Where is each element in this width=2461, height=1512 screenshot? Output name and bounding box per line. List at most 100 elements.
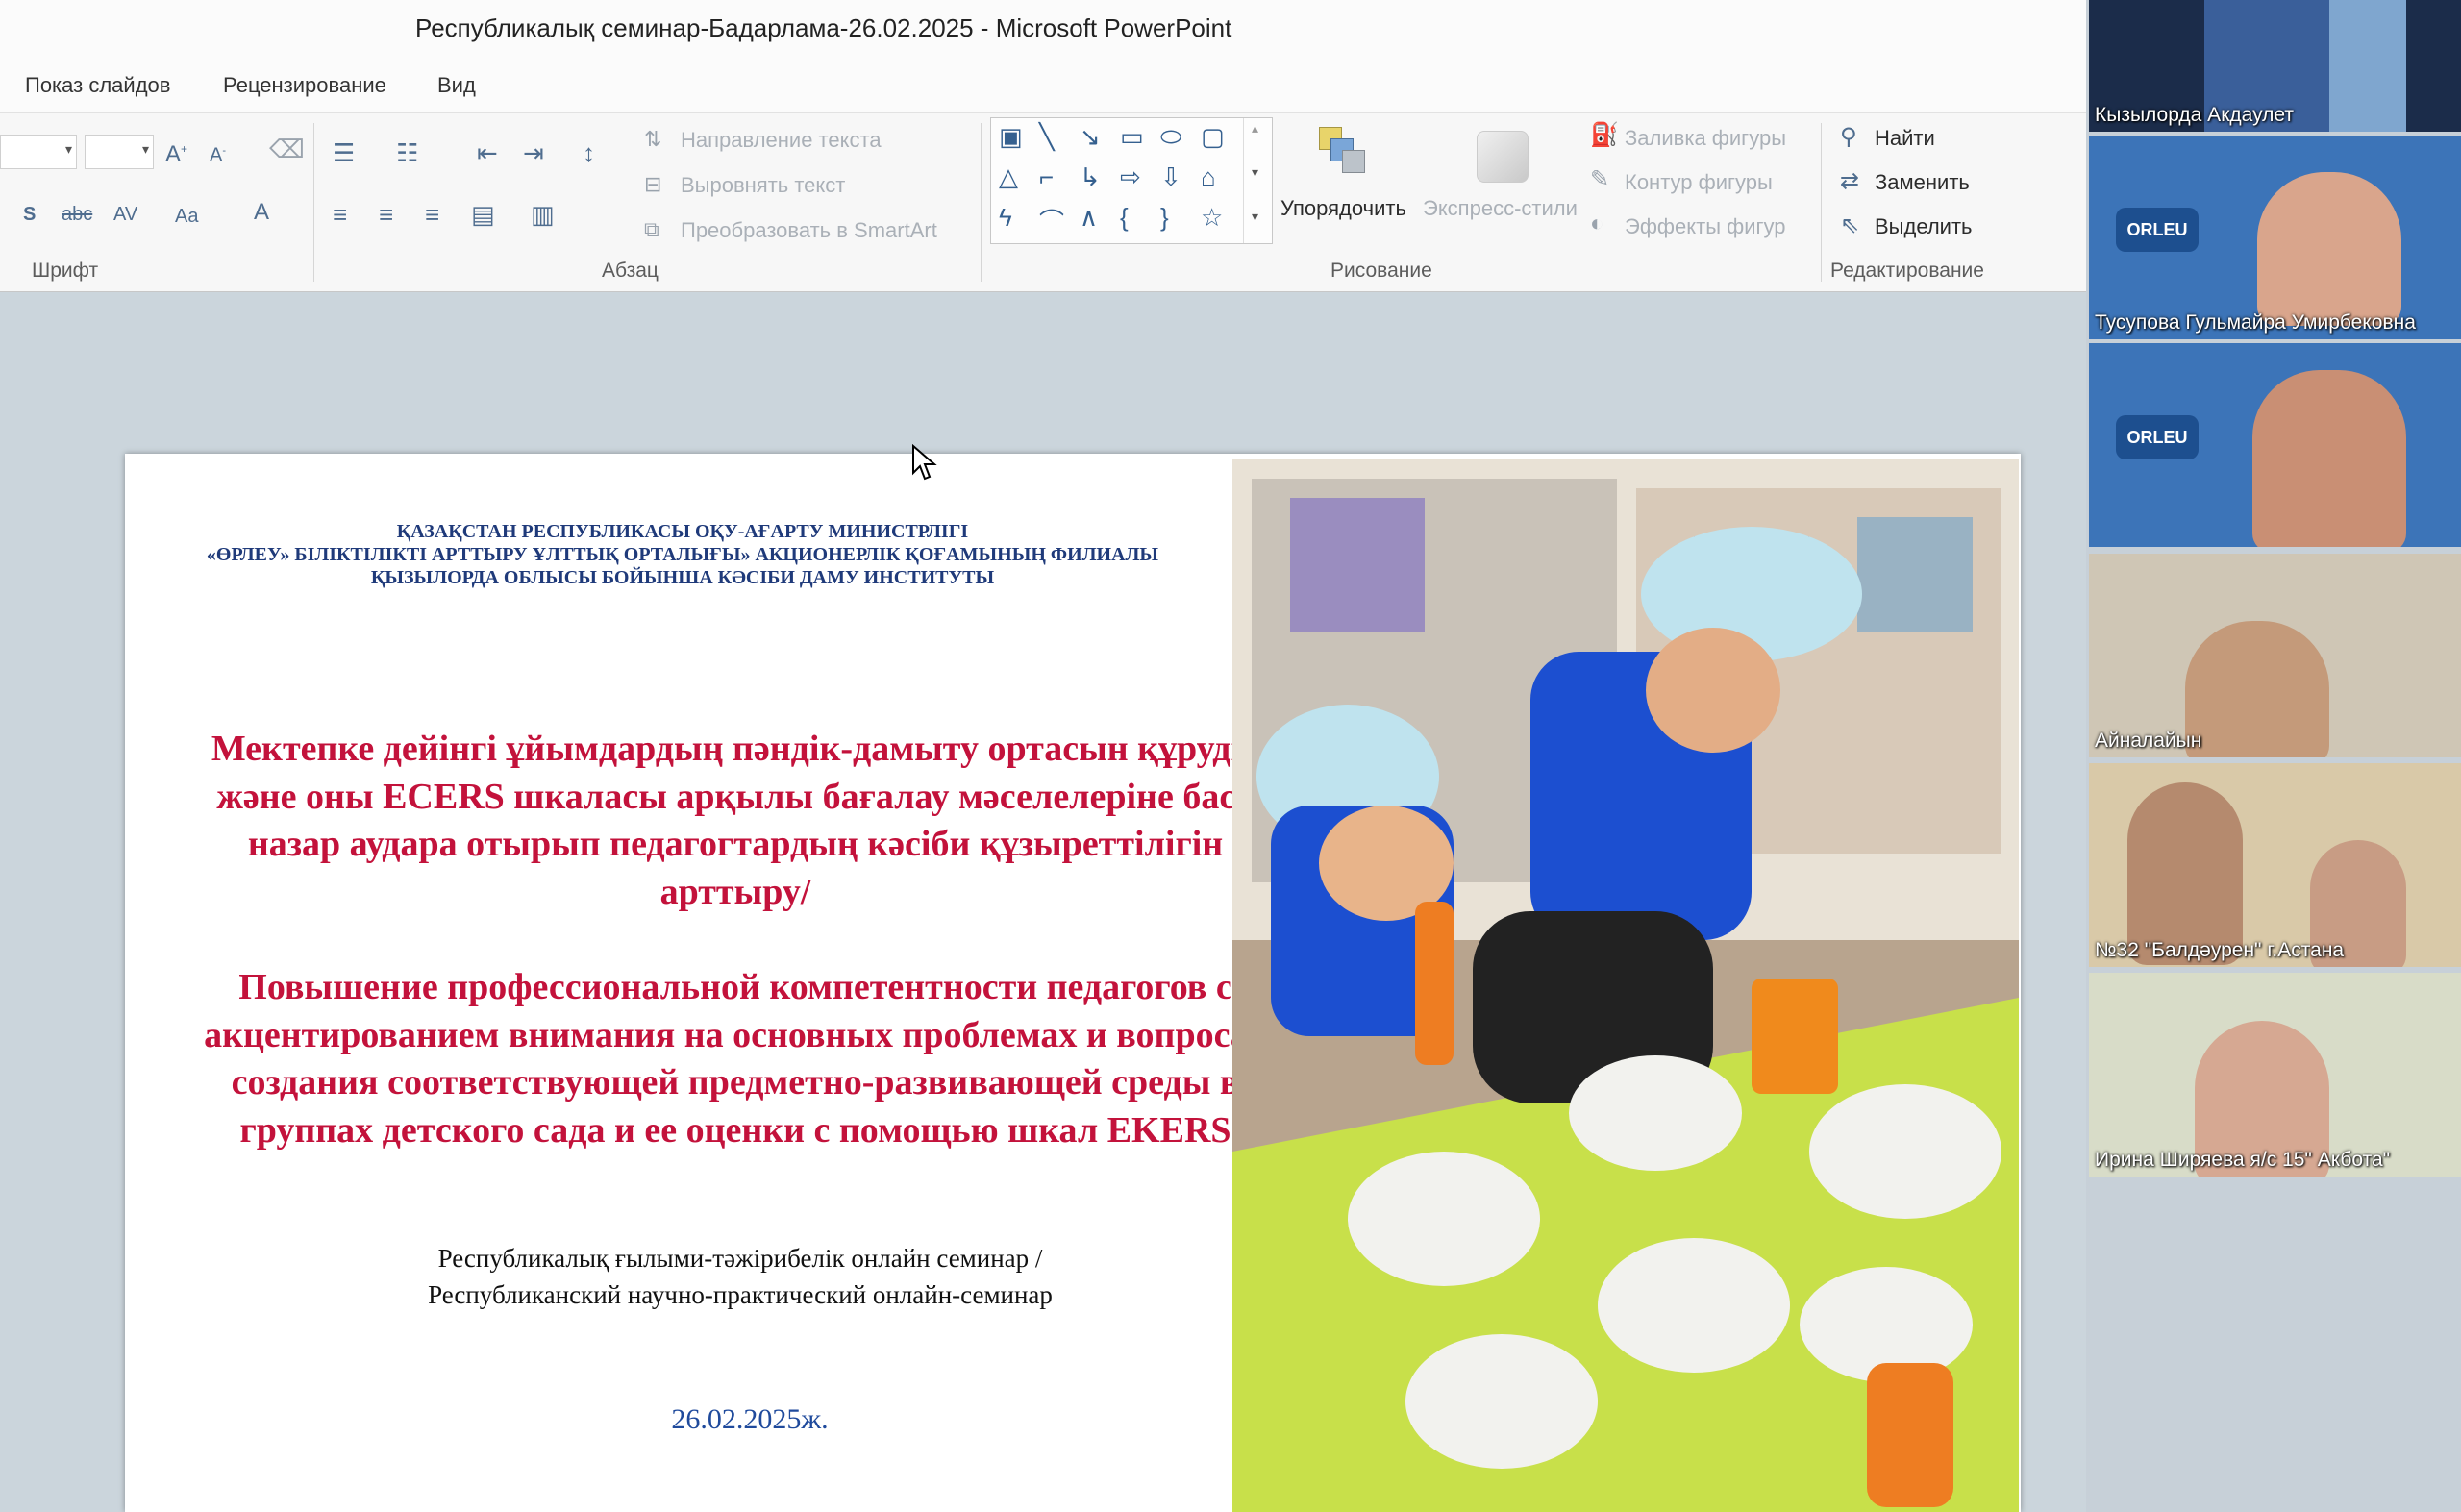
clear-format-icon[interactable]: ⌫ (269, 135, 305, 163)
textbox-shape-icon[interactable]: ▣ (999, 122, 1023, 152)
paint-bucket-icon: ⛽ (1590, 122, 1619, 148)
increase-indent-icon[interactable]: ⇥ (523, 138, 544, 167)
justify-icon[interactable]: ▤ (471, 200, 495, 229)
rectangle-shape-icon[interactable]: ▭ (1120, 122, 1144, 152)
line-shape-icon[interactable]: ╲ (1039, 122, 1055, 152)
slide-date: 26.02.2025ж. (671, 1403, 829, 1435)
video-participants-panel: Кызылорда Акдаулет ORLEU Тусупова Гульма… (2086, 0, 2461, 1512)
gallery-more-icon[interactable]: ▾ (1252, 209, 1258, 225)
strikethrough-icon[interactable]: abc (62, 200, 92, 229)
tab-view[interactable]: Вид (437, 73, 476, 98)
quick-styles-button[interactable]: Экспресс-стили (1423, 196, 1578, 221)
mouse-cursor-icon (912, 444, 937, 481)
font-color-icon[interactable]: A (254, 198, 269, 227)
gallery-scroll[interactable]: ▴ ▾ ▾ (1243, 118, 1273, 243)
participant-name: Тусупова Гульмайра Умирбековна (2095, 311, 2416, 334)
title-bar: Республикалық семинар-Бадарлама-26.02.20… (0, 0, 2086, 60)
replace-icon: ⇄ (1840, 168, 1860, 194)
tab-review[interactable]: Рецензирование (223, 73, 386, 98)
participant-tile[interactable]: Айналайын (2089, 554, 2461, 757)
participant-name: Ирина Ширяева я/с 15" Акбота" (2095, 1149, 2391, 1171)
effects-icon: ◐ (1590, 211, 1604, 236)
pentagon-shape-icon[interactable]: ⌂ (1201, 162, 1216, 192)
elbow-connector-shape-icon[interactable]: ⌐ (1039, 162, 1054, 192)
participant-video (2257, 172, 2401, 326)
align-left-icon[interactable]: ≡ (333, 200, 347, 229)
star-shape-icon[interactable]: ☆ (1201, 203, 1223, 233)
header-line-3: ҚЫЗЫЛОРДА ОБЛЫСЫ БОЙЫНША КӘСІБИ ДАМУ ИНС… (370, 567, 995, 588)
gallery-down-icon[interactable]: ▾ (1252, 164, 1258, 181)
shape-outline-button[interactable]: Контур фигуры (1625, 170, 1773, 195)
font-name-dropdown[interactable]: ▾ (0, 135, 77, 169)
right-arrow-shape-icon[interactable]: ⇨ (1120, 162, 1141, 192)
arrange-button[interactable]: Упорядочить (1280, 196, 1406, 221)
slide-title-kz: Мектепке дейінгі ұйымдардың пәндік-дамыт… (211, 729, 1260, 912)
smartart-button[interactable]: Преобразовать в SmartArt (681, 218, 937, 243)
group-drawing-label: Рисование (1330, 260, 1432, 282)
replace-button[interactable]: Заменить (1875, 170, 1970, 195)
align-center-icon[interactable]: ≡ (379, 200, 393, 229)
participant-video (2252, 370, 2406, 547)
shape-effects-button[interactable]: Эффекты фигур (1625, 214, 1786, 239)
slide-title-ru: Повышение профессиональной компетентност… (204, 967, 1267, 1151)
find-button[interactable]: Найти (1875, 126, 1935, 151)
participant-tile[interactable]: Ирина Ширяева я/с 15" Акбота" (2089, 973, 2461, 1177)
divider (1821, 123, 1822, 282)
lightning-shape-icon[interactable]: ϟ (999, 203, 1012, 233)
char-spacing-icon[interactable]: AV (113, 200, 137, 229)
participant-tile[interactable]: ORLEU (2089, 343, 2461, 547)
pencil-icon: ✎ (1590, 166, 1610, 192)
participant-name: Кызылорда Акдаулет (2095, 104, 2294, 126)
participant-tile[interactable]: №32 "Балдәурен" г.Астана (2089, 763, 2461, 967)
right-brace-shape-icon[interactable]: } (1160, 203, 1169, 233)
participant-tile[interactable]: ORLEU Тусупова Гульмайра Умирбековна (2089, 136, 2461, 339)
group-editing-label: Редактирование (1830, 260, 1984, 282)
participant-tile[interactable]: Кызылорда Акдаулет (2089, 0, 2461, 132)
arrow-line-shape-icon[interactable]: ↘ (1080, 122, 1101, 152)
curve-shape-icon[interactable]: ∧ (1080, 203, 1098, 233)
shadow-icon[interactable]: S (23, 200, 36, 229)
line-spacing-icon[interactable]: ↕ (583, 138, 595, 167)
change-case-icon[interactable]: Aa (175, 202, 198, 231)
rounded-rect-shape-icon[interactable]: ▢ (1201, 122, 1225, 152)
shape-fill-button[interactable]: Заливка фигуры (1625, 126, 1786, 151)
gallery-up-icon[interactable]: ▴ (1252, 120, 1258, 136)
numbering-icon[interactable]: ☷ (396, 138, 418, 167)
decrease-indent-icon[interactable]: ⇤ (477, 138, 498, 167)
elbow-arrow-shape-icon[interactable]: ↳ (1080, 162, 1101, 192)
shrink-font-icon[interactable]: A- (210, 136, 226, 170)
triangle-shape-icon[interactable]: △ (999, 162, 1018, 192)
tab-slideshow[interactable]: Показ слайдов (25, 73, 170, 98)
bullets-icon[interactable]: ☰ (333, 138, 355, 167)
align-text-button[interactable]: Выровнять текст (681, 173, 845, 198)
grow-font-icon[interactable]: A+ (165, 135, 187, 169)
divider (981, 123, 982, 282)
header-line-1: ҚАЗАҚСТАН РЕСПУБЛИКАСЫ ОҚУ-АҒАРТУ МИНИСТ… (396, 521, 969, 542)
header-line-2: «ӨРЛЕУ» БІЛІКТІЛІКТІ АРТТЫРУ ҰЛТТЫҚ ОРТА… (206, 544, 1159, 565)
seminar-kz: Республикалық ғылыми-тәжірибелік онлайн … (437, 1244, 1043, 1273)
participant-video (2185, 621, 2329, 757)
slide-photo (1232, 459, 2019, 1512)
smartart-icon: ⧉ (644, 217, 659, 241)
text-direction-button[interactable]: Направление текста (681, 128, 882, 153)
arrange-icon[interactable] (1319, 127, 1367, 175)
oval-shape-icon[interactable]: ⬭ (1160, 122, 1181, 153)
orleu-logo: ORLEU (2116, 415, 2199, 459)
quick-styles-icon[interactable] (1477, 131, 1529, 183)
group-font-label: Шрифт (32, 260, 99, 282)
align-right-icon[interactable]: ≡ (425, 200, 439, 229)
participant-name: №32 "Балдәурен" г.Астана (2095, 939, 2345, 961)
shapes-gallery[interactable]: ▣ ╲ ↘ ▭ ⬭ ▢ △ ⌐ ↳ ⇨ ⇩ ⌂ ϟ ⌒ ∧ { } ☆ ▴ ▾ … (990, 117, 1273, 244)
orleu-logo: ORLEU (2116, 208, 2199, 252)
font-size-dropdown[interactable]: ▾ (85, 135, 154, 169)
text-direction-icon: ⇅ (644, 127, 662, 151)
down-arrow-shape-icon[interactable]: ⇩ (1160, 162, 1181, 192)
left-brace-shape-icon[interactable]: { (1120, 203, 1129, 233)
ribbon: ▾ ▾ A+ A- ⌫ S abc AV Aa A Шрифт ☰ ☷ ⇤ ⇥ … (0, 112, 2086, 292)
arc-shape-icon[interactable]: ⌒ (1039, 203, 1064, 238)
slide[interactable]: ҚАЗАҚСТАН РЕСПУБЛИКАСЫ ОҚУ-АҒАРТУ МИНИСТ… (125, 454, 2021, 1512)
divider (313, 123, 314, 282)
select-button[interactable]: Выделить (1875, 214, 1973, 239)
building-backdrop (2329, 0, 2406, 132)
columns-icon[interactable]: ▥ (531, 200, 555, 229)
